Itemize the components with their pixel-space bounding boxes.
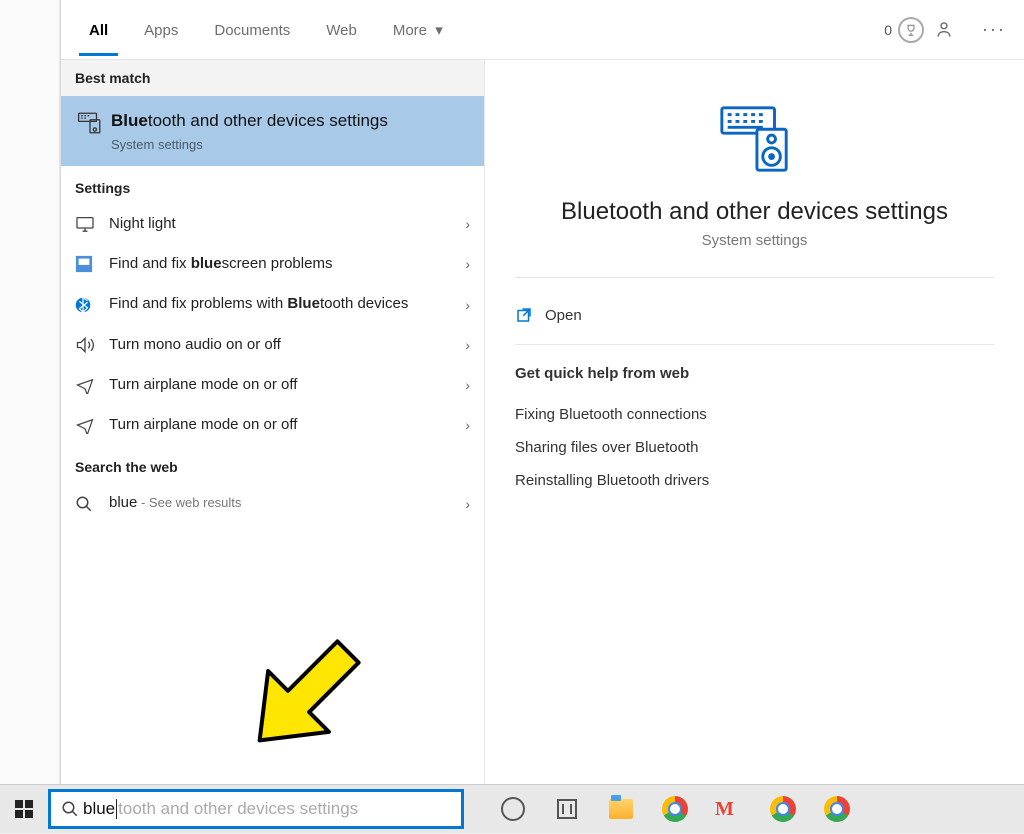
monitor-icon xyxy=(75,216,109,232)
windows-logo-icon xyxy=(15,800,33,818)
filter-tabs-row: All Apps Documents Web More ▾ 0 ··· xyxy=(61,0,1024,60)
results-left-column: Best match Bluetooth and other devices s… xyxy=(61,60,485,784)
settings-result-night-light[interactable]: Night light › xyxy=(61,204,484,244)
devices-settings-large-icon xyxy=(716,100,794,178)
text-caret xyxy=(116,799,117,819)
web-result[interactable]: blue - See web results › xyxy=(61,483,484,523)
search-icon xyxy=(75,495,109,513)
result-text: Find and fix problems with Bluetooth dev… xyxy=(109,294,465,314)
taskbar-chrome-icon-1[interactable] xyxy=(660,794,690,824)
bluetooth-icon xyxy=(75,295,109,315)
section-best-match-header: Best match xyxy=(61,60,484,96)
search-icon xyxy=(61,800,83,818)
chevron-right-icon: › xyxy=(465,297,470,313)
taskbar-pinned: M xyxy=(498,794,852,824)
chevron-right-icon: › xyxy=(465,256,470,272)
taskbar-chrome-icon-3[interactable] xyxy=(822,794,852,824)
best-match-subtitle: System settings xyxy=(111,137,388,152)
open-icon xyxy=(515,306,545,324)
tab-more[interactable]: More ▾ xyxy=(383,3,453,56)
airplane-icon xyxy=(75,416,109,434)
tab-all[interactable]: All xyxy=(79,4,118,56)
section-web-header: Search the web xyxy=(61,445,484,483)
result-text: Turn airplane mode on or off xyxy=(109,415,465,435)
result-text: Turn airplane mode on or off xyxy=(109,375,465,395)
best-match-bold: Blue xyxy=(111,111,148,130)
taskbar-search-box[interactable]: bluetooth and other devices settings xyxy=(48,789,464,829)
search-results-window: All Apps Documents Web More ▾ 0 ··· Best… xyxy=(60,0,1024,784)
help-link-fixing[interactable]: Fixing Bluetooth connections xyxy=(515,398,994,431)
chevron-right-icon: › xyxy=(465,337,470,353)
result-text: Turn mono audio on or off xyxy=(109,335,465,355)
best-match-result[interactable]: Bluetooth and other devices settings Sys… xyxy=(61,96,484,166)
airplane-icon xyxy=(75,376,109,394)
web-result-text: blue - See web results xyxy=(109,493,465,513)
tab-web[interactable]: Web xyxy=(316,4,367,56)
best-match-rest: tooth and other devices settings xyxy=(148,111,388,130)
divider xyxy=(515,344,994,345)
search-suggestion: tooth and other devices settings xyxy=(118,799,358,818)
settings-result-mono-audio[interactable]: Turn mono audio on or off › xyxy=(61,325,484,365)
chevron-right-icon: › xyxy=(465,377,470,393)
preview-subtitle: System settings xyxy=(515,232,994,249)
rewards-points[interactable]: 0 xyxy=(884,17,924,43)
preview-pane: Bluetooth and other devices settings Sys… xyxy=(485,60,1024,784)
search-text: bluetooth and other devices settings xyxy=(83,799,358,820)
feedback-icon[interactable] xyxy=(934,20,974,40)
tab-more-label: More xyxy=(393,22,427,39)
fixit-icon xyxy=(75,255,109,273)
best-match-title: Bluetooth and other devices settings xyxy=(111,110,388,133)
more-options-icon[interactable]: ··· xyxy=(974,19,1014,40)
taskbar-cortana-icon[interactable] xyxy=(498,794,528,824)
taskbar-task-view-icon[interactable] xyxy=(552,794,582,824)
help-link-sharing[interactable]: Sharing files over Bluetooth xyxy=(515,431,994,464)
chevron-right-icon: › xyxy=(465,417,470,433)
help-section-header: Get quick help from web xyxy=(515,365,994,382)
settings-result-bluetooth-fix[interactable]: Find and fix problems with Bluetooth dev… xyxy=(61,284,484,324)
settings-result-airplane-1[interactable]: Turn airplane mode on or off › xyxy=(61,365,484,405)
taskbar: bluetooth and other devices settings M xyxy=(0,784,1024,833)
settings-result-bluescreen[interactable]: Find and fix bluescreen problems › xyxy=(61,244,484,284)
tab-apps[interactable]: Apps xyxy=(134,4,188,56)
window-left-gutter xyxy=(0,0,60,784)
chevron-right-icon: › xyxy=(465,496,470,512)
open-action[interactable]: Open xyxy=(515,298,994,344)
taskbar-gmail-icon[interactable]: M xyxy=(714,794,744,824)
help-link-reinstalling[interactable]: Reinstalling Bluetooth drivers xyxy=(515,464,994,497)
rewards-count: 0 xyxy=(884,22,892,38)
devices-settings-icon xyxy=(77,110,111,136)
taskbar-file-explorer-icon[interactable] xyxy=(606,794,636,824)
tab-documents[interactable]: Documents xyxy=(204,4,300,56)
chevron-right-icon: › xyxy=(465,216,470,232)
start-button[interactable] xyxy=(0,785,48,834)
taskbar-chrome-icon-2[interactable] xyxy=(768,794,798,824)
result-text: Find and fix bluescreen problems xyxy=(109,254,465,274)
preview-title: Bluetooth and other devices settings xyxy=(515,198,994,226)
open-label: Open xyxy=(545,307,582,324)
divider xyxy=(515,277,994,278)
search-typed: blue xyxy=(83,799,115,818)
trophy-icon xyxy=(898,17,924,43)
section-settings-header: Settings xyxy=(61,166,484,204)
result-text: Night light xyxy=(109,214,465,234)
settings-result-airplane-2[interactable]: Turn airplane mode on or off › xyxy=(61,405,484,445)
chevron-down-icon: ▾ xyxy=(435,22,443,39)
speaker-icon xyxy=(75,336,109,354)
